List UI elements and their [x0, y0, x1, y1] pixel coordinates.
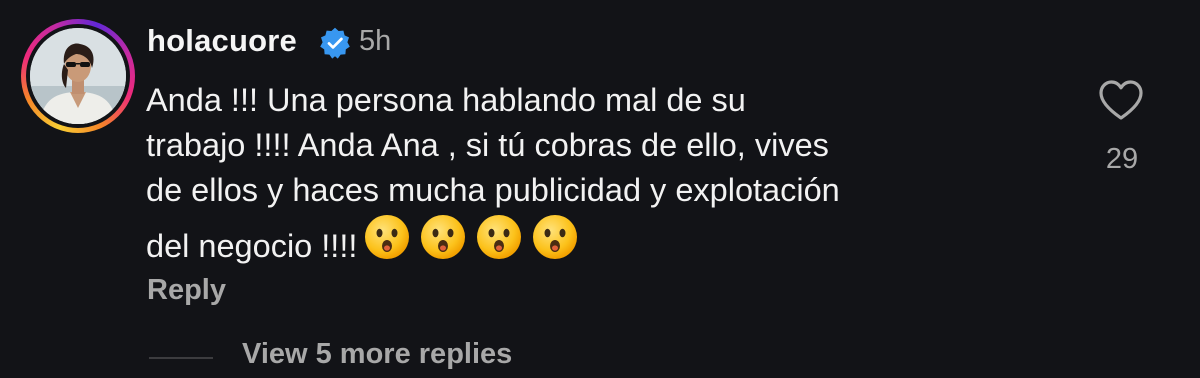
hushed-face-emoji [533, 215, 578, 259]
comment-timestamp: 5h [359, 25, 392, 57]
reply-button[interactable]: Reply [147, 274, 226, 307]
avatar[interactable] [30, 28, 126, 124]
heart-outline-icon[interactable] [1097, 78, 1145, 122]
comment: holacuore 5h Anda !!! Una persona hablan… [0, 0, 1200, 378]
emoji-group [363, 213, 579, 261]
username[interactable]: holacuore [147, 23, 297, 59]
avatar-image [30, 28, 126, 124]
view-more-replies-button[interactable]: View 5 more replies [242, 338, 512, 371]
hushed-face-emoji [365, 215, 410, 259]
replies-divider [149, 357, 213, 359]
hushed-face-emoji [421, 215, 466, 259]
avatar-story-ring[interactable] [21, 19, 135, 133]
like-count: 29 [1105, 143, 1139, 175]
hushed-face-emoji [477, 215, 522, 259]
comment-body: Anda !!! Una persona hablando mal de su … [146, 78, 1046, 269]
verified-badge-icon [320, 27, 350, 59]
